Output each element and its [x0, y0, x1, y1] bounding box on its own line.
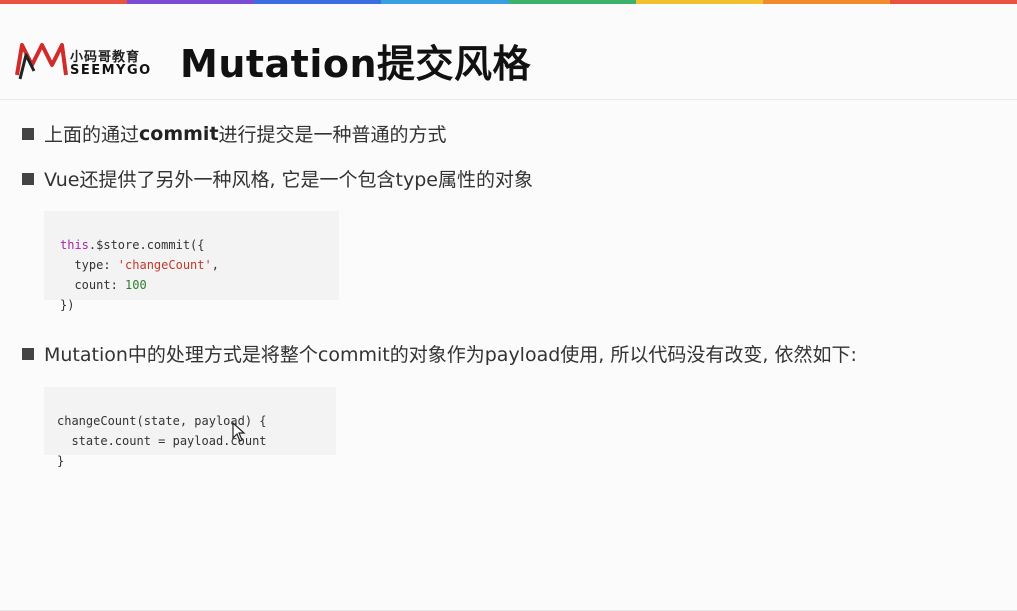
bullet-text: Mutation中的处理方式是将整个commit的对象作为payload使用, …: [44, 344, 857, 366]
bullet-text-pre: 上面的通过: [44, 124, 140, 146]
code-token: 100: [125, 278, 147, 292]
code-token: .$store.commit({: [88, 238, 205, 252]
code-token: count:: [60, 278, 126, 292]
page-title: Mutation提交风格: [180, 42, 532, 86]
code-block-mutation: changeCount(state, payload) { state.coun…: [44, 387, 336, 468]
logo-english-text: SEEMYGO: [70, 63, 152, 78]
bullet-text-strong: commit: [139, 122, 219, 145]
code-line: }: [57, 454, 65, 468]
mouse-cursor-icon: [232, 422, 246, 442]
code-token: type:: [60, 258, 118, 272]
bullet-text-post: 进行提交是一种普通的方式: [218, 124, 447, 146]
bullet-square-icon: [22, 127, 34, 140]
header-divider: [0, 99, 1017, 100]
bullet-square-icon: [22, 172, 34, 185]
code-token: this: [60, 238, 89, 252]
bullet-text: Vue还提供了另外一种风格, 它是一个包含type属性的对象: [44, 169, 533, 191]
bullet-square-icon: [22, 347, 34, 360]
code-block-commit: this.$store.commit({ type: 'changeCount'…: [44, 211, 339, 312]
bullet-item: Vue还提供了另外一种风格, 它是一个包含type属性的对象: [22, 165, 533, 192]
code-token: }): [60, 298, 75, 312]
bullet-item: 上面的通过 commit 进行提交是一种普通的方式: [22, 120, 447, 147]
code-token: 'changeCount': [117, 258, 212, 272]
brand-logo: 小码哥教育 SEEMYGO: [14, 37, 154, 83]
logo-mark-icon: [15, 43, 68, 80]
code-token: ,: [211, 258, 219, 272]
bullet-item: Mutation中的处理方式是将整个commit的对象作为payload使用, …: [22, 340, 857, 367]
